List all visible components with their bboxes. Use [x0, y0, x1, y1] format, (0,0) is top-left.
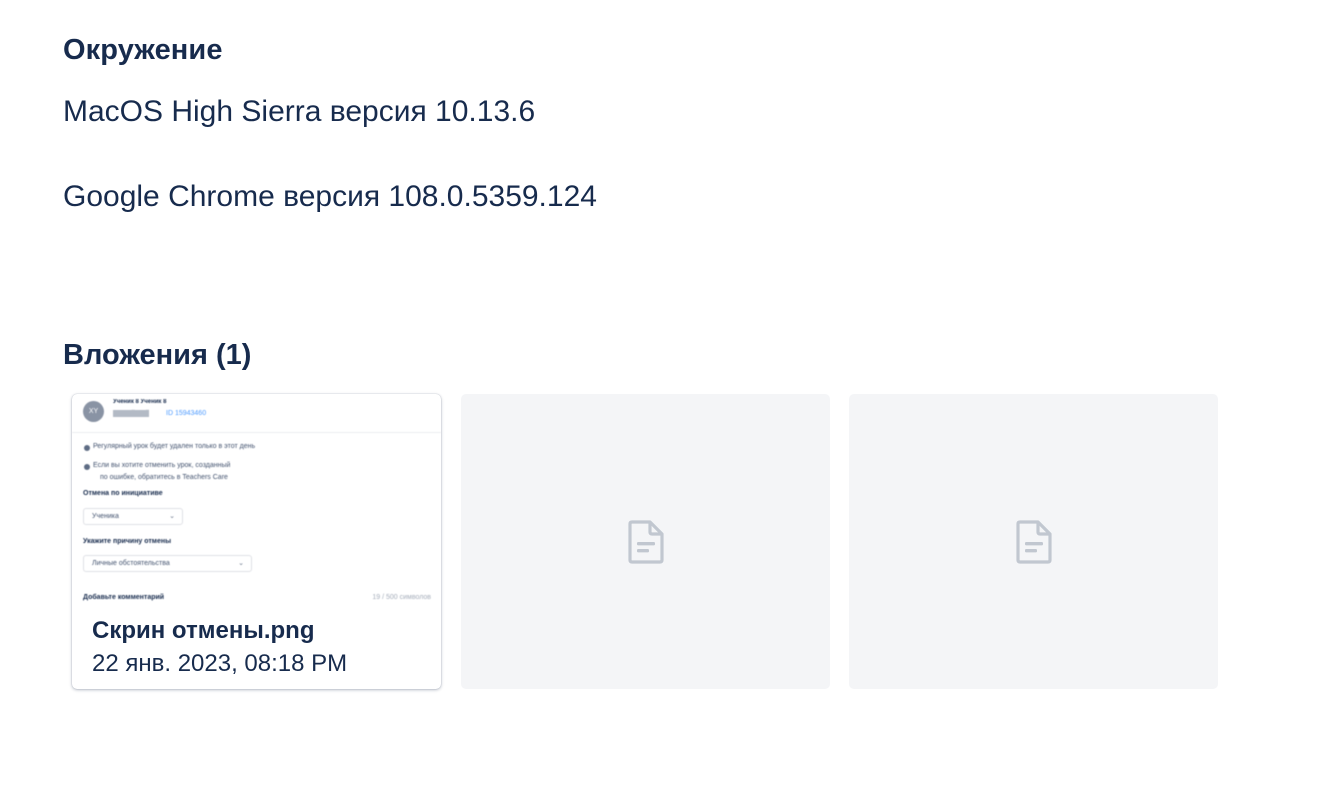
thumbnail-divider [72, 432, 441, 433]
thumbnail-id-link: ID 15943460 [166, 410, 207, 417]
thumbnail-initiative-select: Ученика ⌄ [83, 508, 183, 525]
attachment-card[interactable]: XY Ученик 8 Ученик 8 английский ID 15943… [72, 394, 441, 689]
thumbnail-info-1: Регулярный урок будет удален только в эт… [93, 443, 256, 450]
thumbnail-reason-label: Укажите причину отмены [83, 538, 172, 545]
chevron-down-icon: ⌄ [169, 513, 175, 520]
thumbnail-comment-label: Добавьте комментарий [83, 594, 165, 601]
attachment-thumbnail: XY Ученик 8 Ученик 8 английский ID 15943… [72, 394, 441, 609]
thumbnail-reason-value: Личные обстоятельства [92, 560, 170, 567]
attachment-placeholder-card [849, 394, 1218, 689]
info-icon [84, 464, 90, 470]
attachment-file-name[interactable]: Скрин отмены.png [92, 616, 314, 646]
attachments-heading: Вложения (1) [63, 339, 252, 371]
environment-os-line: MacOS High Sierra версия 10.13.6 [63, 95, 536, 128]
chevron-down-icon: ⌄ [238, 560, 244, 567]
thumbnail-student-name: Ученик 8 Ученик 8 [113, 399, 167, 405]
issue-details-page: Окружение MacOS High Sierra версия 10.13… [0, 0, 1318, 791]
avatar: XY [83, 401, 104, 422]
environment-browser-line: Google Chrome версия 108.0.5359.124 [63, 180, 597, 213]
thumbnail-char-counter: 19 / 500 символов [372, 594, 431, 601]
thumbnail-info-2-line1: Если вы хотите отменить урок, созданный [93, 462, 231, 469]
thumbnail-reason-select: Личные обстоятельства ⌄ [83, 555, 252, 572]
info-icon [84, 445, 90, 451]
attachment-date: 22 янв. 2023, 08:18 PM [92, 650, 348, 677]
document-icon [1015, 519, 1052, 564]
thumbnail-info-2-line2: по ошибке, обратитесь в Teachers Care [100, 474, 228, 481]
thumbnail-subject: английский [113, 410, 150, 417]
thumbnail-initiative-value: Ученика [92, 513, 119, 520]
environment-heading: Окружение [63, 34, 223, 66]
document-icon [627, 519, 664, 564]
thumbnail-initiative-label: Отмена по инициативе [83, 490, 163, 497]
attachment-placeholder-card [461, 394, 830, 689]
